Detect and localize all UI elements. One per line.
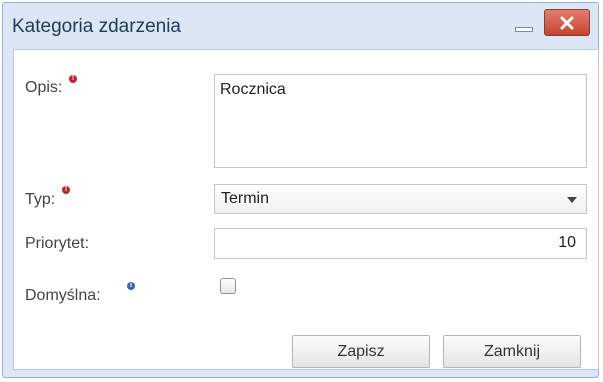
typ-select[interactable]: Termin (214, 184, 587, 214)
save-button[interactable]: Zapisz (292, 335, 430, 368)
minimize-button[interactable] (512, 21, 538, 35)
minimize-icon (515, 27, 533, 32)
priorytet-label: Priorytet: (25, 235, 90, 252)
info-icon[interactable]: i (127, 282, 135, 290)
close-window-button[interactable] (544, 9, 590, 36)
opis-label: Opis: (25, 79, 63, 96)
typ-label: Typ: (25, 191, 56, 208)
form-panel: Opis: ! Rocznica Typ: ! Termin Priorytet… (13, 49, 599, 370)
chevron-down-icon (567, 197, 577, 203)
priorytet-input[interactable]: 10 (214, 228, 587, 259)
typ-selected-value: Termin (221, 190, 270, 207)
required-icon: ! (69, 75, 77, 83)
domyslna-label: Domyślna: (25, 287, 101, 304)
required-icon: ! (62, 186, 70, 194)
close-icon (560, 16, 574, 29)
domyslna-checkbox[interactable] (220, 278, 236, 294)
window-title: Kategoria zdarzenia (12, 16, 181, 37)
close-button[interactable]: Zamknij (443, 335, 581, 368)
dialog-window: Kategoria zdarzenia Opis: ! Rocznica Typ… (2, 2, 599, 378)
title-bar[interactable]: Kategoria zdarzenia (3, 3, 598, 47)
opis-textarea[interactable]: Rocznica (214, 74, 587, 168)
